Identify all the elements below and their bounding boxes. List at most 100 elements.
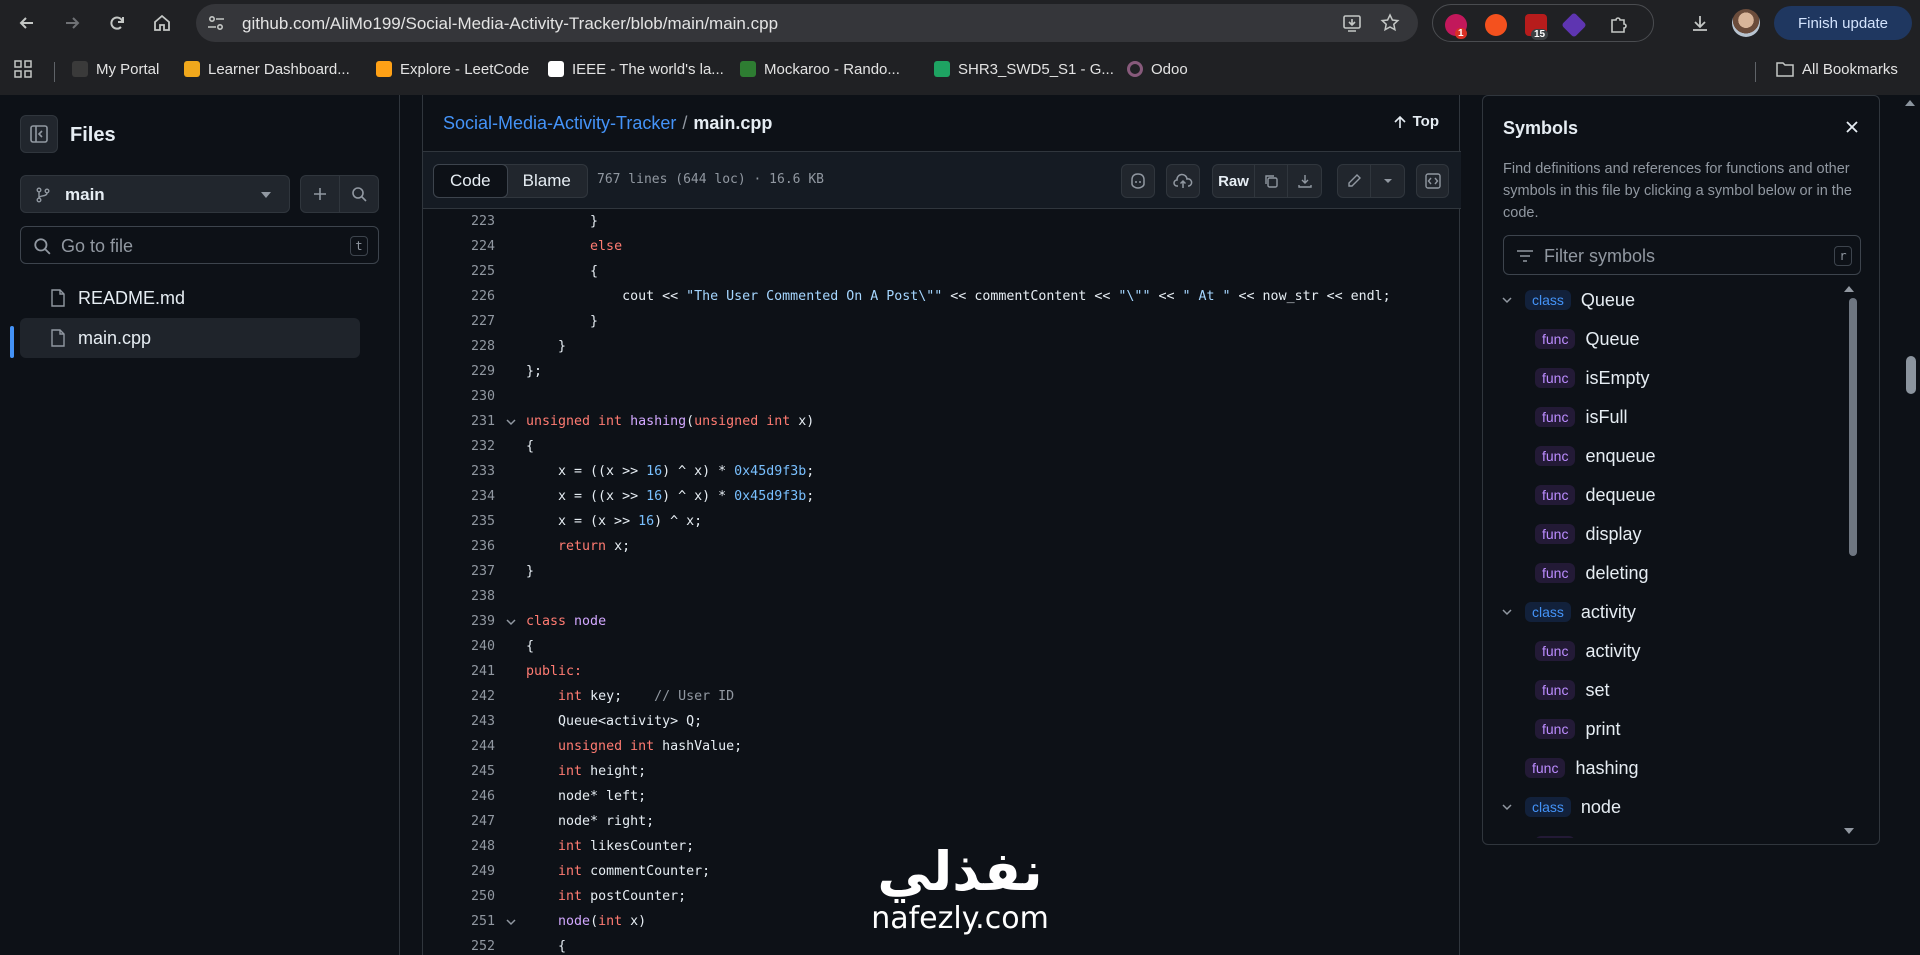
bookmark-item[interactable]: IEEE - The world's la...: [548, 58, 724, 80]
finish-update-button[interactable]: Finish update: [1774, 6, 1912, 40]
line-number[interactable]: 252: [423, 939, 495, 954]
downloads-button[interactable]: [1684, 7, 1716, 39]
edit-file-button[interactable]: [1338, 165, 1371, 197]
close-icon[interactable]: [1843, 118, 1861, 136]
bookmark-item[interactable]: My Portal: [72, 58, 159, 80]
symbol-item-func[interactable]: func enqueue: [1535, 438, 1656, 474]
symbols-panel-button[interactable]: [1416, 164, 1449, 198]
home-button[interactable]: [146, 7, 178, 39]
codespaces-button[interactable]: [1166, 164, 1200, 198]
line-number[interactable]: 235: [423, 514, 495, 529]
page-scroll-thumb[interactable]: [1906, 356, 1916, 394]
symbol-item-func[interactable]: func isEmpty: [1535, 360, 1649, 396]
page-scrollbar[interactable]: [1900, 95, 1920, 955]
line-number[interactable]: 246: [423, 789, 495, 804]
line-number[interactable]: 243: [423, 714, 495, 729]
line-number[interactable]: 226: [423, 289, 495, 304]
fold-toggle[interactable]: [495, 416, 526, 428]
line-number[interactable]: 241: [423, 664, 495, 679]
download-raw-button[interactable]: [1288, 165, 1321, 197]
collapse-sidebar-button[interactable]: [20, 115, 58, 153]
line-number[interactable]: 225: [423, 264, 495, 279]
back-button[interactable]: [11, 7, 43, 39]
all-bookmarks-button[interactable]: All Bookmarks: [1776, 58, 1898, 80]
line-number[interactable]: 234: [423, 489, 495, 504]
line-number[interactable]: 230: [423, 389, 495, 404]
bookmark-item[interactable]: Learner Dashboard...: [184, 58, 350, 80]
filter-symbols-input[interactable]: [1544, 244, 1824, 268]
symbol-item-func[interactable]: func deleting: [1535, 555, 1649, 591]
extension-4-icon[interactable]: [1561, 12, 1587, 38]
symbol-item-func[interactable]: func dequeue: [1535, 477, 1656, 513]
scroll-up-icon[interactable]: [1900, 95, 1920, 111]
line-number[interactable]: 248: [423, 839, 495, 854]
branch-selector[interactable]: main: [20, 175, 290, 213]
forward-button[interactable]: [56, 7, 88, 39]
line-number[interactable]: 247: [423, 814, 495, 829]
symbol-item-func[interactable]: func activity: [1535, 633, 1640, 669]
copilot-button[interactable]: [1121, 164, 1155, 198]
fold-toggle[interactable]: [495, 616, 526, 628]
site-info-icon[interactable]: [206, 13, 226, 33]
line-number[interactable]: 232: [423, 439, 495, 454]
symbol-item-class[interactable]: class node: [1497, 789, 1621, 825]
symbol-item-class[interactable]: class Queue: [1497, 282, 1635, 318]
profile-avatar[interactable]: [1732, 9, 1760, 37]
symbol-item-func[interactable]: func node: [1535, 828, 1626, 838]
filter-symbols-field[interactable]: r: [1503, 235, 1861, 275]
bookmark-item[interactable]: SHR3_SWD5_S1 - G...: [934, 58, 1114, 80]
line-number[interactable]: 251: [423, 914, 495, 929]
line-number[interactable]: 250: [423, 889, 495, 904]
line-number[interactable]: 224: [423, 239, 495, 254]
extensions-puzzle-icon[interactable]: [1608, 14, 1630, 36]
extension-2-icon[interactable]: [1485, 14, 1507, 36]
symbol-item-func[interactable]: func hashing: [1525, 750, 1639, 786]
bookmark-star-icon[interactable]: [1380, 13, 1400, 33]
line-number[interactable]: 231: [423, 414, 495, 429]
symbol-item-func[interactable]: func display: [1535, 516, 1642, 552]
symbol-item-class[interactable]: class activity: [1497, 594, 1636, 630]
symbols-scroll-thumb[interactable]: [1849, 298, 1857, 556]
line-number[interactable]: 228: [423, 339, 495, 354]
line-number[interactable]: 238: [423, 589, 495, 604]
line-number[interactable]: 242: [423, 689, 495, 704]
tab-blame[interactable]: Blame: [507, 165, 587, 197]
top-button[interactable]: Top: [1393, 113, 1439, 130]
copy-raw-button[interactable]: [1255, 165, 1288, 197]
line-number[interactable]: 240: [423, 639, 495, 654]
bookmark-item[interactable]: Explore - LeetCode: [376, 58, 529, 80]
line-number[interactable]: 233: [423, 464, 495, 479]
chevron-down-icon[interactable]: [1497, 606, 1517, 618]
symbol-item-func[interactable]: func Queue: [1535, 321, 1640, 357]
install-app-icon[interactable]: [1342, 13, 1362, 33]
line-number[interactable]: 239: [423, 614, 495, 629]
bookmark-item[interactable]: Odoo: [1127, 58, 1188, 80]
fold-toggle[interactable]: [495, 916, 526, 928]
address-bar[interactable]: github.com/AliMo199/Social-Media-Activit…: [196, 4, 1418, 42]
tab-code[interactable]: Code: [433, 164, 508, 198]
reload-button[interactable]: [101, 7, 133, 39]
bookmark-item[interactable]: Mockaroo - Rando...: [740, 58, 900, 80]
line-number[interactable]: 223: [423, 214, 495, 229]
symbol-item-func[interactable]: func isFull: [1535, 399, 1627, 435]
line-number[interactable]: 229: [423, 364, 495, 379]
raw-button[interactable]: Raw: [1213, 165, 1255, 197]
file-item[interactable]: main.cpp: [20, 318, 360, 358]
repo-link[interactable]: Social-Media-Activity-Tracker: [443, 113, 676, 133]
symbol-item-func[interactable]: func print: [1535, 711, 1620, 747]
search-files-button[interactable]: [339, 175, 379, 213]
line-number[interactable]: 245: [423, 764, 495, 779]
line-number[interactable]: 227: [423, 314, 495, 329]
edit-options-button[interactable]: [1371, 165, 1404, 197]
go-to-file-input[interactable]: [61, 234, 341, 258]
line-number[interactable]: 237: [423, 564, 495, 579]
line-number[interactable]: 249: [423, 864, 495, 879]
apps-button[interactable]: [14, 58, 32, 80]
chevron-down-icon[interactable]: [1497, 294, 1517, 306]
go-to-file-field[interactable]: t: [20, 226, 379, 264]
line-number[interactable]: 236: [423, 539, 495, 554]
chevron-down-icon[interactable]: [1497, 801, 1517, 813]
file-item[interactable]: README.md: [20, 278, 360, 318]
line-number[interactable]: 244: [423, 739, 495, 754]
symbol-item-func[interactable]: func set: [1535, 672, 1609, 708]
